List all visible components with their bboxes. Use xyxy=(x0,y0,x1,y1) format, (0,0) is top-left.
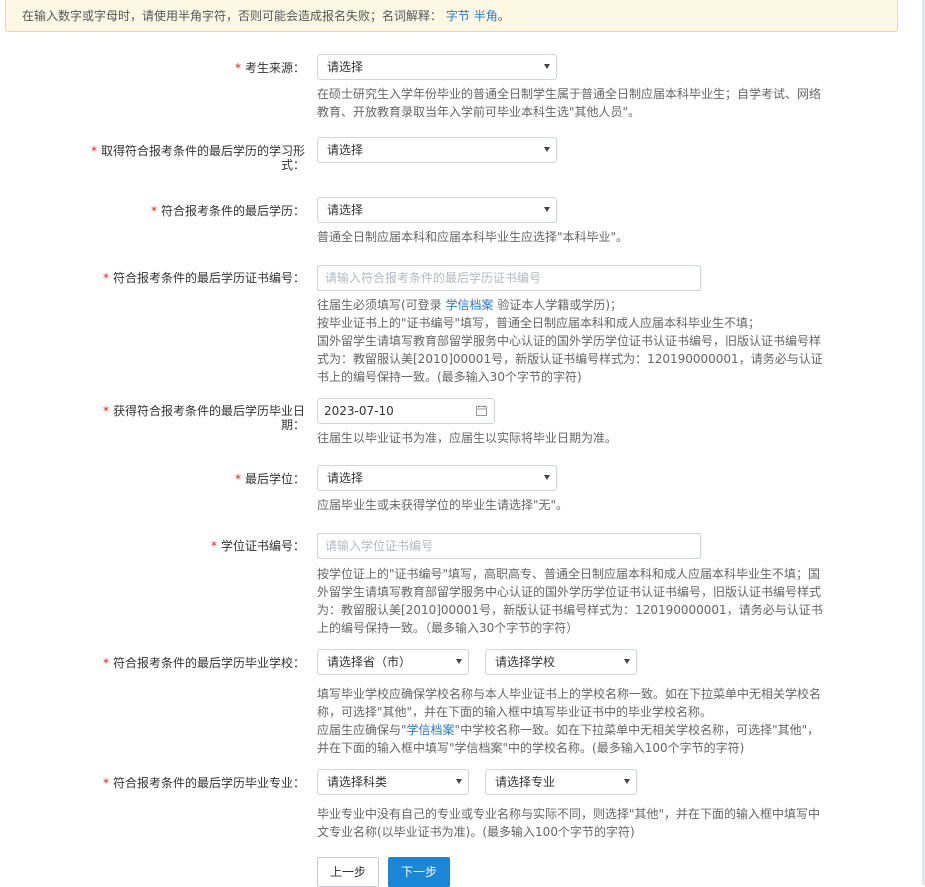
field-label-major: * 符合报考条件的最后学历毕业专业： xyxy=(102,776,305,790)
required-star: * xyxy=(102,404,109,418)
notice-link-byte[interactable]: 字节 xyxy=(446,9,470,23)
chevron-down-icon xyxy=(456,779,462,784)
prev-button[interactable]: 上一步 xyxy=(317,857,379,887)
chevron-down-icon xyxy=(456,659,462,664)
field-label-study-form: * 取得符合报考条件的最后学历的学习形式： xyxy=(90,144,305,172)
degree-help: 应届毕业生或未获得学位的毕业生请选择"无"。 xyxy=(317,498,569,512)
education-select[interactable]: 请选择 xyxy=(317,197,557,223)
school-select[interactable]: 请选择学校 xyxy=(485,649,637,675)
major-select[interactable]: 请选择专业 xyxy=(485,769,637,795)
education-help: 普通全日制应届本科和应届本科毕业生应选择"本科毕业"。 xyxy=(317,230,629,244)
notice-bar: 在输入数字或字母时，请使用半角字符，否则可能会造成报名失败；名词解释： 字节 半… xyxy=(5,0,898,32)
calendar-icon[interactable] xyxy=(476,405,487,416)
required-star: * xyxy=(234,61,241,75)
cert-no-help: 往届生必须填写(可登录 学信档案 验证本人学籍或学历)； 按毕业证书上的"证书编… xyxy=(317,298,823,384)
chevron-down-icon xyxy=(544,207,550,212)
chevron-down-icon xyxy=(544,475,550,480)
field-label-grad-date: * 获得符合报考条件的最后学历毕业日期： xyxy=(102,404,305,432)
chevron-down-icon xyxy=(624,659,630,664)
chevron-down-icon xyxy=(544,64,550,69)
xuexin-link[interactable]: 学信档案 xyxy=(407,723,455,737)
required-star: * xyxy=(102,656,109,670)
grad-date-input[interactable]: 2023-07-10 xyxy=(317,398,495,424)
source-help: 在硕士研究生入学年份毕业的普通全日制学生属于普通全日制应届本科毕业生；自学考试、… xyxy=(317,87,822,119)
province-select[interactable]: 请选择省（市） xyxy=(317,649,469,675)
required-star: * xyxy=(90,144,97,158)
required-star: * xyxy=(210,539,217,553)
field-label-degree: * 最后学位： xyxy=(234,472,305,486)
degree-select[interactable]: 请选择 xyxy=(317,465,557,491)
required-star: * xyxy=(150,204,157,218)
next-button[interactable]: 下一步 xyxy=(388,857,450,887)
study-form-select[interactable]: 请选择 xyxy=(317,137,557,163)
source-select[interactable]: 请选择 xyxy=(317,54,557,80)
field-label-degree-no: * 学位证书编号： xyxy=(210,539,305,553)
notice-end: 。 xyxy=(497,9,510,23)
chevron-down-icon xyxy=(624,779,630,784)
category-select[interactable]: 请选择科类 xyxy=(317,769,469,795)
field-label-cert-no: * 符合报考条件的最后学历证书编号： xyxy=(102,271,305,285)
chevron-down-icon xyxy=(544,147,550,152)
required-star: * xyxy=(234,472,241,486)
notice-link-halfwidth[interactable]: 半角 xyxy=(474,9,498,23)
notice-text: 在输入数字或字母时，请使用半角字符，否则可能会造成报名失败；名词解释： xyxy=(22,9,443,23)
major-help: 毕业专业中没有自己的专业或专业名称与实际不同，则选择"其他"，并在下面的输入框中… xyxy=(317,807,821,839)
field-label-source: * 考生来源： xyxy=(234,61,305,75)
field-label-school: * 符合报考条件的最后学历毕业学校： xyxy=(102,656,305,670)
degree-no-help: 按学位证上的"证书编号"填写，高职高专、普通全日制应届本科和成人应届本科毕业生不… xyxy=(317,567,823,635)
grad-date-help: 往届生以毕业证书为准，应届生以实际将毕业日期为准。 xyxy=(317,431,618,445)
field-label-education: * 符合报考条件的最后学历： xyxy=(150,204,305,218)
xuexin-link[interactable]: 学信档案 xyxy=(446,298,494,312)
required-star: * xyxy=(102,776,109,790)
required-star: * xyxy=(102,271,109,285)
school-help: 填写毕业学校应确保学校名称与本人毕业证书上的学校名称一致。如在下拉菜单中无相关学… xyxy=(317,687,822,755)
cert-no-input[interactable] xyxy=(317,265,701,291)
degree-no-input[interactable] xyxy=(317,533,701,559)
